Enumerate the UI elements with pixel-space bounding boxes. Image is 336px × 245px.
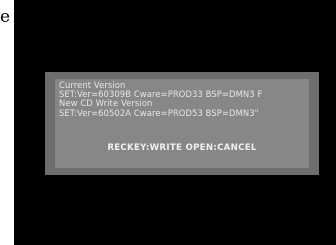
edge-text-fragment: e: [0, 7, 11, 27]
action-hint[interactable]: RECKEY:WRITE OPEN:CANCEL: [55, 143, 309, 153]
version-dialog-panel: Current Version SET:Ver=60309B Cware=PRO…: [55, 79, 309, 168]
version-info-text: Current Version SET:Ver=60309B Cware=PRO…: [59, 80, 262, 118]
page-frame: e Current Version SET:Ver=60309B Cware=P…: [0, 0, 336, 245]
new-version-value: SET:Ver=60502A Cware=PROD53 BSP=DMN3": [59, 107, 259, 118]
device-screen: Current Version SET:Ver=60309B Cware=PRO…: [14, 0, 336, 245]
version-dialog: Current Version SET:Ver=60309B Cware=PRO…: [45, 72, 319, 175]
